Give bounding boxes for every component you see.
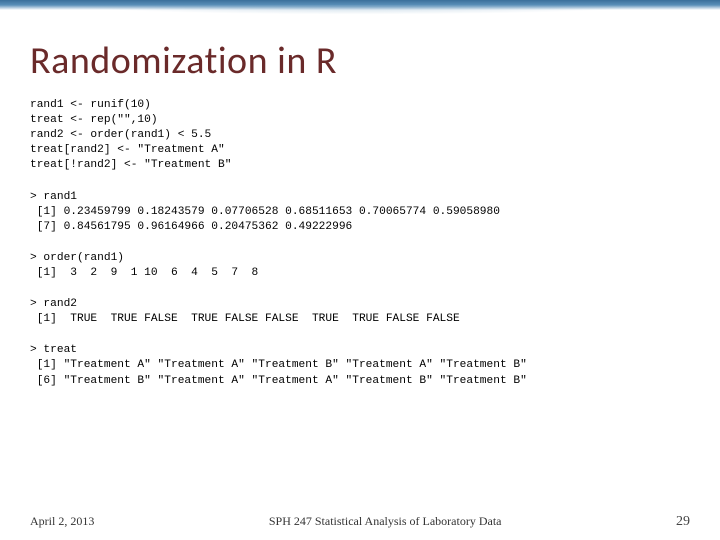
code-setup: rand1 <- runif(10) treat <- rep("",10) r… [30,98,690,174]
footer-course: SPH 247 Statistical Analysis of Laborato… [94,514,676,529]
slide-body: Randomization in R rand1 <- runif(10) tr… [0,10,720,389]
code-rand1-output: > rand1 [1] 0.23459799 0.18243579 0.0770… [30,190,690,235]
slide-footer: April 2, 2013 SPH 247 Statistical Analys… [0,514,720,530]
slide-title: Randomization in R [30,38,690,84]
code-treat-output: > treat [1] "Treatment A" "Treatment A" … [30,343,690,388]
footer-date: April 2, 2013 [30,514,94,529]
top-accent-bar [0,0,720,10]
code-rand2-output: > rand2 [1] TRUE TRUE FALSE TRUE FALSE F… [30,297,690,327]
code-order-output: > order(rand1) [1] 3 2 9 1 10 6 4 5 7 8 [30,251,690,281]
footer-page: 29 [676,514,690,530]
